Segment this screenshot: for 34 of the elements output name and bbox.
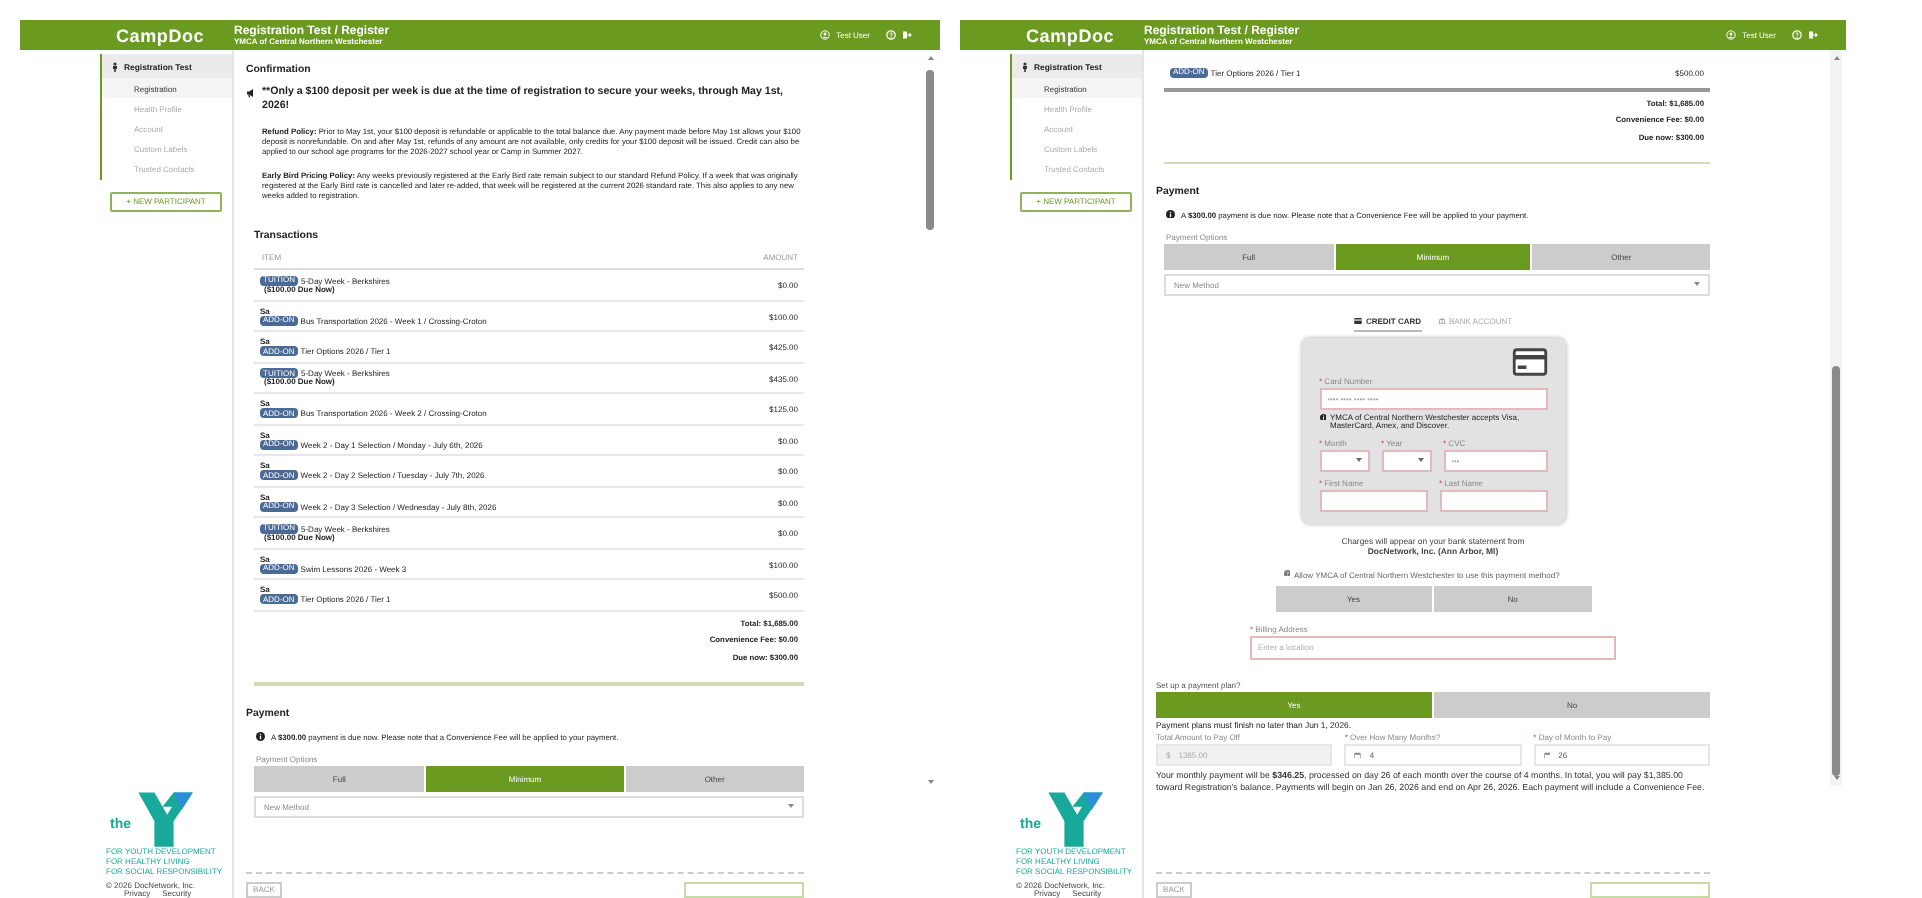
person-icon [1022, 61, 1028, 71]
scroll-up-icon[interactable] [1833, 56, 1839, 60]
scroll-down-icon[interactable] [927, 780, 933, 784]
last-name-field[interactable] [1439, 489, 1547, 512]
app-logo: CampDoc [114, 25, 207, 45]
caret-icon [1694, 282, 1700, 286]
bank-icon [1437, 318, 1445, 324]
person-icon [112, 61, 118, 71]
month-select[interactable] [1319, 449, 1369, 472]
user-icon[interactable] [820, 30, 831, 40]
year-select[interactable] [1381, 449, 1431, 472]
caret-icon [788, 804, 794, 809]
logout-icon[interactable] [902, 30, 912, 40]
logout-icon[interactable] [1808, 30, 1818, 40]
help-icon[interactable] [1792, 30, 1802, 40]
megaphone-icon [246, 88, 256, 98]
app-logo: CampDoc [1024, 25, 1117, 45]
user-icon[interactable] [1726, 30, 1737, 40]
credit-card-icon [1511, 347, 1547, 375]
calendar-icon [1354, 751, 1362, 759]
credit-card-icon [1353, 317, 1362, 323]
scrollbar-thumb[interactable] [926, 70, 934, 230]
calendar-icon [1543, 751, 1551, 759]
info-icon [1166, 209, 1175, 219]
first-name-field[interactable] [1319, 489, 1427, 512]
caret-icon [1355, 458, 1361, 463]
help-icon[interactable] [886, 30, 896, 40]
scroll-up-icon[interactable] [927, 56, 933, 60]
caret-icon [1417, 458, 1423, 463]
scrollbar-thumb[interactable] [1832, 366, 1840, 776]
info-icon [256, 732, 265, 742]
help-icon [1283, 569, 1290, 577]
info-icon [1319, 413, 1326, 420]
scrollbar[interactable] [1830, 50, 1842, 786]
